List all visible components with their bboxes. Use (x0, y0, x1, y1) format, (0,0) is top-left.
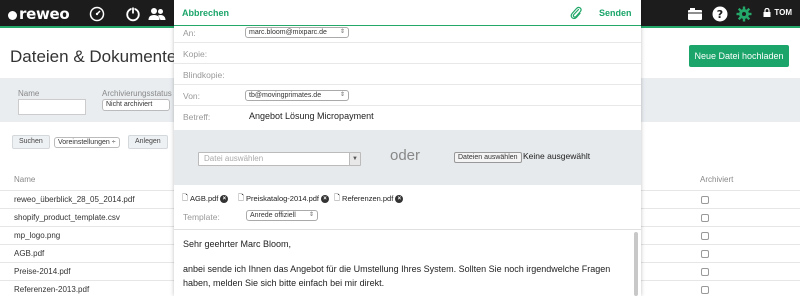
presets-value: Voreinstellungen (58, 139, 110, 146)
user-name: TOM (774, 8, 792, 17)
user-menu[interactable]: TOM (763, 8, 792, 17)
logo-dot-icon (8, 10, 17, 20)
upload-file-button[interactable]: Neue Datei hochladen (689, 45, 789, 67)
folder-icon[interactable] (687, 6, 703, 22)
archived-checkbox[interactable] (701, 196, 709, 204)
file-name[interactable]: mp_logo.png (14, 231, 60, 240)
body-text-line: haben, melden Sie sich bitte einfach bei… (183, 278, 385, 288)
cc-label: Kopie: (183, 49, 208, 59)
select-arrows-icon: ⇕ (308, 212, 314, 218)
column-header-archived[interactable]: Archiviert (700, 175, 733, 184)
document-icon: 🗋 (334, 193, 341, 202)
create-button[interactable]: Anlegen (128, 135, 168, 149)
template-value: Anrede offiziell (250, 212, 296, 219)
compose-email-dialog: Abbrechen Senden An: marc.bloom@mixparc.… (174, 0, 641, 296)
help-icon[interactable]: ? (712, 6, 728, 22)
to-value: marc.bloom@mixparc.de (249, 29, 327, 36)
name-filter-input[interactable] (18, 99, 86, 115)
settings-icon[interactable] (736, 6, 752, 22)
file-name[interactable]: Preise-2014.pdf (14, 267, 70, 276)
file-choose-placeholder: Datei auswählen (204, 154, 264, 163)
remove-attachment-icon[interactable]: × (321, 194, 329, 203)
to-select[interactable]: marc.bloom@mixparc.de ⇕ (245, 27, 349, 38)
attachment-name: Referenzen.pdf (342, 194, 394, 203)
attachment-chip: 🗋 Preiskatalog-2014.pdf × (238, 192, 329, 205)
no-file-selected-text: Keine ausgewählt (523, 151, 591, 161)
file-choose-select[interactable]: Datei auswählen ▼ (198, 152, 361, 166)
body-text-line: anbei sende ich Ihnen das Angebot für di… (183, 264, 611, 274)
name-filter-label: Name (18, 89, 40, 98)
attachment-chip: 🗋 AGB.pdf × (182, 192, 229, 205)
archived-checkbox[interactable] (701, 268, 709, 276)
file-name[interactable]: shopify_product_template.csv (14, 213, 120, 222)
select-arrows-icon: ⇕ (339, 92, 345, 98)
message-body[interactable]: Sehr geehrter Marc Bloom, anbei sende ic… (174, 229, 641, 296)
app-logo[interactable]: reweo (8, 5, 70, 23)
bcc-field[interactable]: Blindkopie: (174, 64, 641, 85)
or-separator: oder (390, 147, 421, 164)
subject-label: Betreff: (183, 112, 211, 122)
attachment-name: AGB.pdf (190, 194, 219, 203)
paperclip-icon[interactable] (570, 6, 582, 20)
file-name[interactable]: reweo_überblick_28_05_2014.pdf (14, 195, 135, 204)
to-field: An: marc.bloom@mixparc.de ⇕ (174, 22, 641, 43)
browse-files-button[interactable]: Dateien auswählen (454, 152, 522, 163)
archive-status-value: Nicht archiviert (106, 101, 153, 108)
dropdown-arrow-icon: ▼ (349, 153, 360, 165)
presets-select[interactable]: Voreinstellungen ÷ (54, 137, 120, 148)
from-field: Von: tb@movingprimates.de ⇕ (174, 85, 641, 106)
template-label: Template: (183, 212, 220, 222)
body-greeting: Sehr geehrter Marc Bloom, (183, 239, 292, 249)
document-icon: 🗋 (238, 193, 245, 202)
document-icon: 🗋 (182, 193, 189, 202)
archived-checkbox[interactable] (701, 232, 709, 240)
archived-checkbox[interactable] (701, 286, 709, 294)
subject-field[interactable]: Betreff: Angebot Lösung Micropayment (174, 106, 641, 127)
archived-checkbox[interactable] (701, 214, 709, 222)
bcc-label: Blindkopie: (183, 70, 225, 80)
from-value: tb@movingprimates.de (249, 92, 322, 99)
subject-value[interactable]: Angebot Lösung Micropayment (249, 111, 374, 121)
power-icon[interactable] (125, 6, 141, 22)
page-title: Dateien & Dokumente (10, 47, 177, 66)
select-arrows-icon: ⇕ (339, 29, 345, 35)
attachment-list: 🗋 AGB.pdf × 🗋 Preiskatalog-2014.pdf × 🗋 … (174, 187, 641, 207)
send-button[interactable]: Senden (599, 8, 632, 18)
remove-attachment-icon[interactable]: × (395, 194, 404, 203)
archive-status-label: Archivierungsstatus (102, 89, 172, 98)
dashboard-icon[interactable] (89, 6, 105, 22)
file-name[interactable]: AGB.pdf (14, 249, 44, 258)
template-select[interactable]: Anrede offiziell ⇕ (246, 210, 318, 221)
cc-field[interactable]: Kopie: (174, 43, 641, 64)
svg-text:?: ? (717, 8, 723, 21)
remove-attachment-icon[interactable]: × (220, 194, 229, 203)
users-icon[interactable] (148, 6, 166, 22)
column-header-name[interactable]: Name (14, 175, 35, 184)
attachment-chip: 🗋 Referenzen.pdf × (334, 192, 404, 205)
logo-text: reweo (19, 5, 70, 23)
archived-checkbox[interactable] (701, 250, 709, 258)
lock-icon (763, 8, 771, 17)
file-name[interactable]: Referenzen-2013.pdf (14, 285, 89, 294)
from-select[interactable]: tb@movingprimates.de ⇕ (245, 90, 349, 101)
to-label: An: (183, 28, 196, 38)
attachment-drop-zone[interactable]: Datei auswählen ▼ oder Dateien auswählen… (174, 130, 641, 185)
search-button[interactable]: Suchen (12, 135, 50, 149)
from-label: Von: (183, 91, 201, 101)
attachment-name: Preiskatalog-2014.pdf (246, 194, 319, 203)
body-scrollbar[interactable] (634, 232, 638, 296)
cancel-button[interactable]: Abbrechen (182, 8, 229, 18)
archive-status-select[interactable]: Nicht archiviert (102, 99, 170, 111)
